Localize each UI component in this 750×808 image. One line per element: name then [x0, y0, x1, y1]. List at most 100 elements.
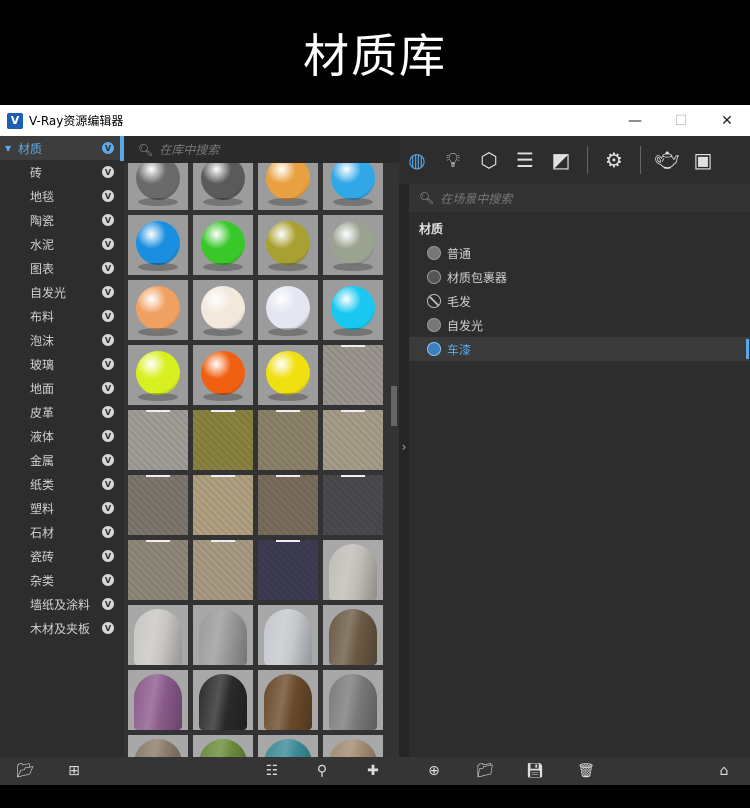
cloth-drape-preview: [329, 739, 377, 757]
material-thumbnail[interactable]: [258, 605, 318, 665]
category-item[interactable]: 陶瓷 V: [0, 208, 124, 232]
material-thumbnail[interactable]: [128, 475, 188, 535]
category-item[interactable]: 杂类 V: [0, 568, 124, 592]
material-thumbnail[interactable]: [193, 163, 253, 210]
material-thumbnail[interactable]: [323, 215, 383, 275]
title-bar: V V-Ray资源编辑器 — ☐ ✕: [0, 105, 750, 136]
scene-search[interactable]: 🔍︎ 在场景中搜索: [409, 184, 750, 212]
layers-icon[interactable]: ☰: [507, 142, 543, 178]
chevron-right-icon[interactable]: ›: [402, 440, 407, 454]
scene-material-item[interactable]: 车漆: [409, 337, 750, 361]
material-thumbnail[interactable]: [128, 605, 188, 665]
category-item[interactable]: 皮革 V: [0, 400, 124, 424]
category-item[interactable]: 墙纸及涂料 V: [0, 592, 124, 616]
material-thumbnail[interactable]: [258, 735, 318, 757]
category-item[interactable]: 石材 V: [0, 520, 124, 544]
expand-arrow-icon[interactable]: ▼: [5, 144, 11, 153]
material-thumbnail[interactable]: [128, 215, 188, 275]
scene-material-item[interactable]: 自发光: [409, 313, 750, 337]
textures-icon[interactable]: ◩: [543, 142, 579, 178]
category-item[interactable]: 砖V: [0, 160, 124, 184]
library-search-input[interactable]: 在库中搜索: [159, 141, 219, 158]
material-thumbnail[interactable]: [258, 670, 318, 730]
category-item[interactable]: 地毯 V: [0, 184, 124, 208]
category-item[interactable]: 木材及夹板 V: [0, 616, 124, 640]
category-item[interactable]: 布料 V: [0, 304, 124, 328]
category-item[interactable]: 水泥 V: [0, 232, 124, 256]
category-item[interactable]: 瓷砖 V: [0, 544, 124, 568]
scene-material-item[interactable]: 毛发: [409, 289, 750, 313]
material-thumbnail[interactable]: [323, 475, 383, 535]
category-item[interactable]: 金属 V: [0, 448, 124, 472]
material-thumbnail[interactable]: [128, 735, 188, 757]
material-thumbnail[interactable]: [128, 670, 188, 730]
material-thumbnail[interactable]: [193, 215, 253, 275]
material-thumbnail[interactable]: [128, 540, 188, 600]
delete-icon[interactable]: 🗑︎: [576, 761, 596, 781]
save-icon[interactable]: 💾︎: [525, 761, 545, 781]
material-thumbnail[interactable]: [128, 410, 188, 470]
layout-icon[interactable]: ⊞: [64, 761, 84, 781]
new-material-icon[interactable]: ⊕: [424, 761, 444, 781]
render-window-icon[interactable]: ▣: [685, 142, 721, 178]
category-item[interactable]: 液体 V: [0, 424, 124, 448]
category-item[interactable]: 泡沫 V: [0, 328, 124, 352]
material-thumbnail[interactable]: [193, 605, 253, 665]
minimize-button[interactable]: —: [612, 105, 658, 136]
material-thumbnail[interactable]: [128, 163, 188, 210]
category-tree: ▼ 材质 V 砖 V 地毯 V 陶瓷 V 水泥 V 图表 V 自发光 V 布料 V 泡沫 V 玻璃 V 地面 V 皮革 V 液体 V…: [0, 136, 124, 757]
material-thumbnail[interactable]: [258, 475, 318, 535]
category-item[interactable]: 纸类 V: [0, 472, 124, 496]
scene-material-item[interactable]: 普通: [409, 241, 750, 265]
material-thumbnail[interactable]: [323, 540, 383, 600]
material-thumbnail[interactable]: [323, 163, 383, 210]
material-thumbnail[interactable]: [258, 163, 318, 210]
geometry-icon[interactable]: ⬡: [471, 142, 507, 178]
material-thumbnail[interactable]: [258, 345, 318, 405]
preview-icon[interactable]: ⚲: [312, 761, 332, 781]
material-thumbnail[interactable]: [193, 410, 253, 470]
list-view-icon[interactable]: ☷: [262, 761, 282, 781]
material-thumbnail[interactable]: [193, 735, 253, 757]
material-thumbnail[interactable]: [193, 280, 253, 340]
panel-splitter[interactable]: ›: [399, 136, 409, 757]
close-button[interactable]: ✕: [704, 105, 750, 136]
add-icon[interactable]: ✚: [363, 761, 383, 781]
material-thumbnail[interactable]: [323, 670, 383, 730]
library-scrollbar[interactable]: [391, 386, 397, 426]
scene-search-input[interactable]: 在场景中搜索: [440, 190, 512, 207]
maximize-button[interactable]: ☐: [658, 105, 704, 136]
category-item[interactable]: 自发光 V: [0, 280, 124, 304]
category-item[interactable]: 图表 V: [0, 256, 124, 280]
material-sphere-preview: [201, 286, 245, 330]
material-thumbnail[interactable]: [193, 345, 253, 405]
category-item[interactable]: 塑料 V: [0, 496, 124, 520]
category-label: 材质: [18, 141, 43, 156]
material-thumbnail[interactable]: [193, 670, 253, 730]
folder-icon[interactable]: 📁︎: [475, 761, 495, 781]
material-thumbnail[interactable]: [258, 280, 318, 340]
materials-icon[interactable]: ◍: [399, 142, 435, 178]
material-thumbnail[interactable]: [323, 280, 383, 340]
material-thumbnail[interactable]: [323, 605, 383, 665]
material-thumbnail[interactable]: [193, 540, 253, 600]
scene-material-item[interactable]: 材质包裹器: [409, 265, 750, 289]
library-search[interactable]: 🔍︎ 在库中搜索: [124, 136, 399, 163]
material-thumbnail[interactable]: [258, 540, 318, 600]
material-thumbnail[interactable]: [258, 410, 318, 470]
category-item[interactable]: 玻璃 V: [0, 352, 124, 376]
settings-icon[interactable]: ⚙: [596, 142, 632, 178]
clean-icon[interactable]: ⌂: [714, 761, 734, 781]
material-thumbnail[interactable]: [128, 280, 188, 340]
material-thumbnail[interactable]: [323, 345, 383, 405]
material-thumbnail[interactable]: [193, 475, 253, 535]
category-item[interactable]: 地面 V: [0, 376, 124, 400]
material-thumbnail[interactable]: [323, 735, 383, 757]
material-thumbnail[interactable]: [258, 215, 318, 275]
material-thumbnail[interactable]: [128, 345, 188, 405]
teapot-icon[interactable]: 🫖︎: [649, 142, 685, 178]
category-item[interactable]: ▼ 材质 V: [0, 136, 124, 160]
open-folder-icon[interactable]: 📂︎: [15, 761, 35, 781]
material-thumbnail[interactable]: [323, 410, 383, 470]
lights-icon[interactable]: 💡︎: [435, 142, 471, 178]
